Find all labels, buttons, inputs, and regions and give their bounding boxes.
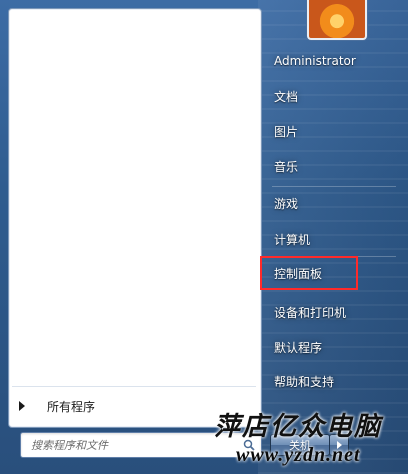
- all-programs-separator: [12, 386, 256, 387]
- menu-item-default-programs[interactable]: 默认程序: [264, 332, 404, 362]
- menu-item-help-support[interactable]: 帮助和支持: [264, 366, 404, 396]
- program-list-panel: [8, 8, 262, 428]
- menu-item-documents[interactable]: 文档: [264, 81, 404, 111]
- menu-item-label: 音乐: [274, 159, 299, 174]
- user-name-item[interactable]: Administrator: [264, 46, 404, 76]
- menu-item-label: 游戏: [274, 196, 299, 211]
- menu-item-label: 帮助和支持: [274, 374, 335, 389]
- menu-separator: [272, 186, 396, 187]
- user-name-label: Administrator: [274, 54, 356, 68]
- all-programs-label: 所有程序: [47, 399, 96, 414]
- search-input[interactable]: [21, 435, 231, 455]
- menu-item-music[interactable]: 音乐: [264, 151, 404, 181]
- menu-item-label: 文档: [274, 89, 299, 104]
- menu-item-label: 设备和打印机: [274, 305, 347, 320]
- right-arrow-icon: [19, 401, 25, 411]
- menu-item-computer[interactable]: 计算机: [264, 224, 404, 254]
- menu-item-games[interactable]: 游戏: [264, 188, 404, 218]
- menu-item-label: 图片: [274, 124, 299, 139]
- highlight-box: [260, 256, 358, 290]
- right-column: Administrator 文档 图片 音乐 游戏 计算机 控制面板 设备和打印…: [264, 0, 404, 474]
- watermark-url: www.yzdn.net: [236, 444, 361, 466]
- menu-item-label: 计算机: [274, 232, 311, 247]
- watermark-text: 萍店亿众电脑: [214, 412, 383, 442]
- menu-item-label: 默认程序: [274, 340, 323, 355]
- start-menu: 所有程序 Administrator 文档 图片 音乐 游戏 计算机: [0, 0, 408, 474]
- menu-item-devices-printers[interactable]: 设备和打印机: [264, 297, 404, 327]
- menu-item-pictures[interactable]: 图片: [264, 116, 404, 146]
